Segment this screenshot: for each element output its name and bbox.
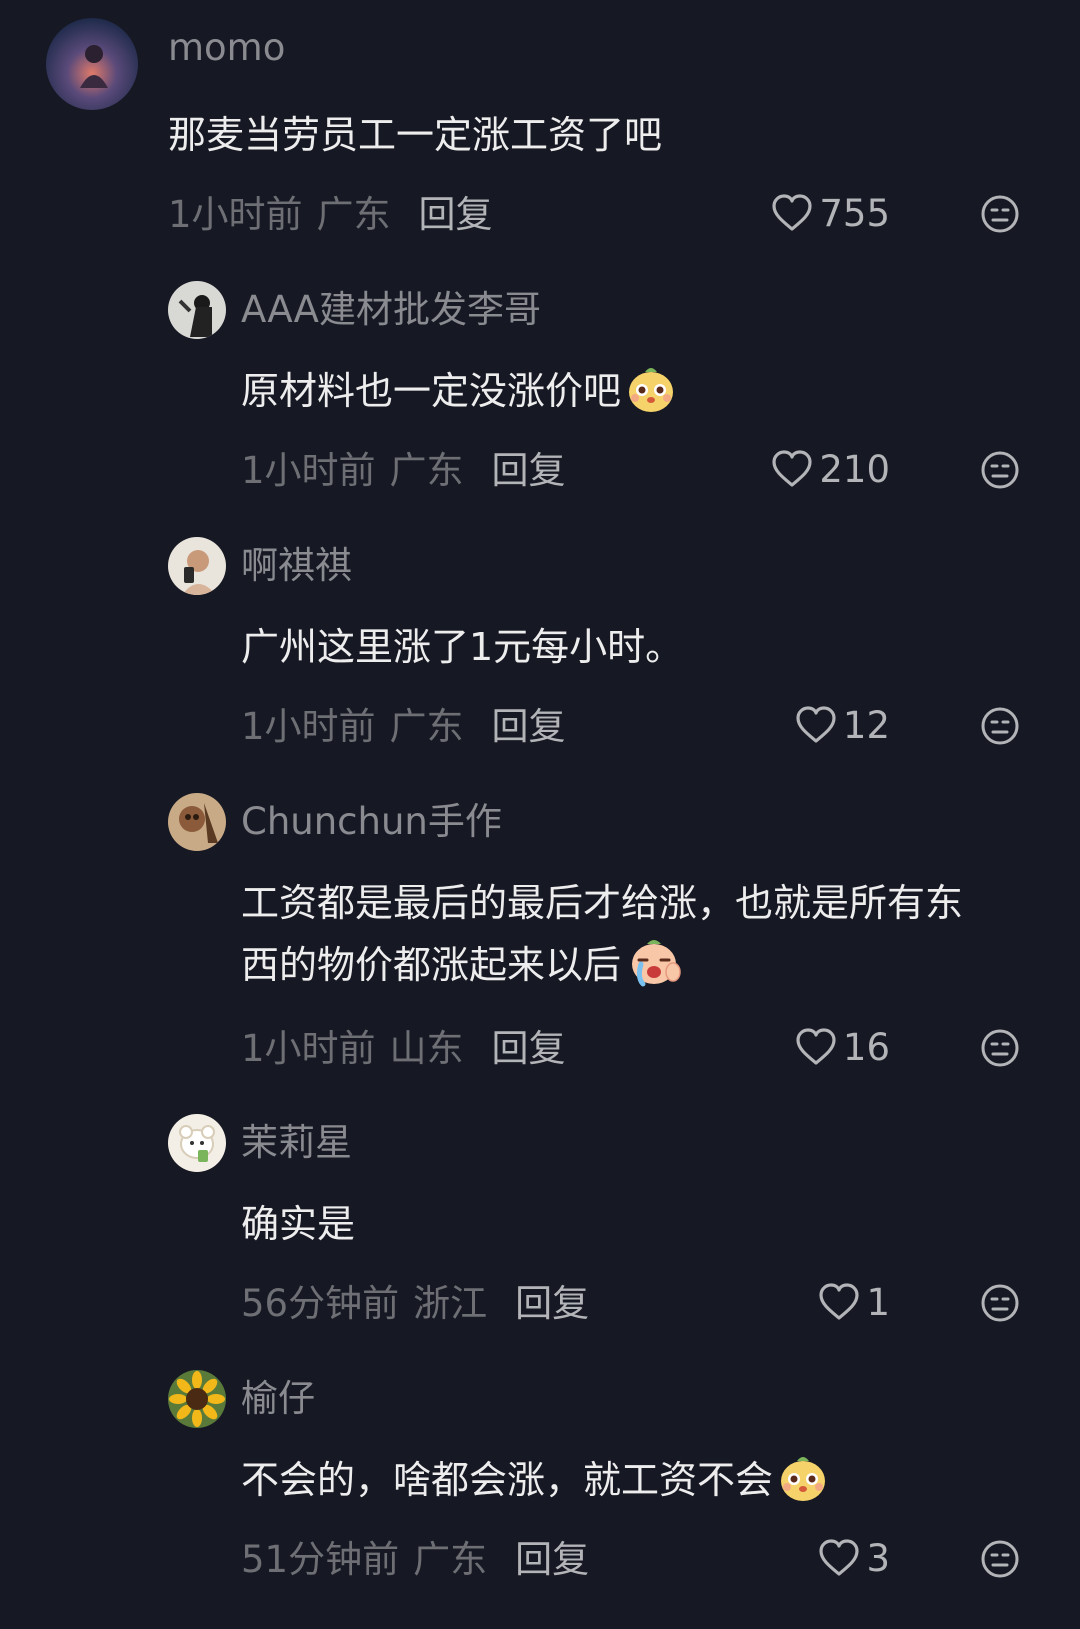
heart-outline-icon [772,450,812,487]
comment-meta: 1小时前 山东 回复 [241,1027,566,1071]
comment-username[interactable]: 榆仔 [241,1377,315,1421]
like-button[interactable]: 1 [818,1280,890,1324]
comment-time: 1小时前 [241,449,376,492]
heart-outline-icon [772,194,812,231]
comment-meta: 1小时前 广东 回复 [168,193,493,237]
unamused-face-icon [981,451,1019,489]
avatar[interactable] [168,793,226,851]
dislike-button[interactable] [980,1283,1020,1323]
comment-text-content: 广州这里涨了1元每小时。 [241,625,684,669]
comment-region: 广东 [316,193,391,236]
comment-username[interactable]: 茉莉星 [241,1121,352,1165]
like-button[interactable]: 3 [818,1536,890,1580]
comment-text: 工资都是最后的最后才给涨，也就是所有东 西的物价都涨起来以后 [241,872,963,1006]
comment-time: 1小时前 [241,705,376,748]
heart-outline-icon [796,706,836,743]
comment-text-content: 西的物价都涨起来以后 [241,943,622,987]
comment-meta: 51分钟前 广东 回复 [241,1538,589,1582]
comment-time: 1小时前 [168,193,303,236]
comment-text-line: 工资都是最后的最后才给涨，也就是所有东 [241,881,964,925]
comment-text-content: 那麦当劳员工一定涨工资了吧 [168,113,663,157]
comment-username[interactable]: momo [168,26,285,70]
comment-text-content: 确实是 [241,1202,356,1246]
comment-time: 51分钟前 [241,1538,400,1581]
comment-list: momo 那麦当劳员工一定涨工资了吧 1小时前 广东 回复 755 AAA建材批发李… [0,0,1080,1629]
heart-outline-icon [819,1539,860,1576]
crying-emoji [625,934,683,1006]
dislike-button[interactable] [980,706,1020,746]
doge-emoji [777,1451,829,1521]
reply-button[interactable]: 回复 [419,193,493,236]
reply-button[interactable]: 回复 [515,1538,589,1581]
comment-meta: 1小时前 广东 回复 [241,705,566,749]
avatar[interactable] [168,1114,226,1172]
avatar[interactable] [46,18,138,110]
comment-region: 浙江 [413,1282,488,1325]
unamused-face-icon [981,1284,1019,1322]
like-button[interactable]: 16 [795,1025,890,1069]
comment-time: 1小时前 [241,1027,376,1070]
comment-text: 确实是 [241,1193,355,1255]
like-button[interactable]: 12 [795,703,890,747]
reply-button[interactable]: 回复 [515,1282,589,1325]
comment-username[interactable]: 啊祺祺 [241,544,352,588]
comment-meta: 56分钟前 浙江 回复 [241,1282,589,1326]
comment-time: 56分钟前 [241,1282,400,1325]
heart-outline-icon [796,1028,836,1065]
dislike-button[interactable] [980,450,1020,490]
comment-meta: 1小时前 广东 回复 [241,449,566,493]
like-count: 210 [819,447,890,491]
comment-region: 广东 [389,449,464,492]
doge-emoji [625,362,677,432]
comment-text: 不会的，啥都会涨，就工资不会 [241,1449,829,1521]
reply-button[interactable]: 回复 [492,449,566,492]
unamused-face-icon [981,707,1019,745]
unamused-face-icon [981,1540,1019,1578]
avatar[interactable] [168,281,226,339]
comment-text: 广州这里涨了1元每小时。 [241,616,683,678]
like-count: 3 [866,1536,890,1580]
dislike-button[interactable] [980,194,1020,234]
unamused-face-icon [981,195,1019,233]
comment-username[interactable]: Chunchun手作 [241,800,502,844]
comment-text-content: 不会的，啥都会涨，就工资不会 [241,1458,774,1502]
comment-region: 广东 [413,1538,488,1581]
comment-text: 那麦当劳员工一定涨工资了吧 [168,104,662,166]
comment-text-content: 原材料也一定没涨价吧 [241,369,622,413]
like-button[interactable]: 210 [771,447,890,491]
avatar[interactable] [168,1370,226,1428]
dislike-button[interactable] [980,1539,1020,1579]
comment-region: 山东 [389,1027,464,1070]
comment-username[interactable]: AAA建材批发李哥 [241,288,541,332]
avatar[interactable] [168,537,226,595]
like-count: 755 [819,191,890,235]
comment-region: 广东 [389,705,464,748]
like-count: 16 [842,1025,890,1069]
like-count: 12 [842,703,890,747]
heart-outline-icon [819,1283,860,1320]
like-count: 1 [866,1280,890,1324]
comment-text-line: 西的物价都涨起来以后 [241,934,963,1006]
dislike-button[interactable] [980,1028,1020,1068]
reply-button[interactable]: 回复 [492,705,566,748]
unamused-face-icon [981,1029,1019,1067]
like-button[interactable]: 755 [771,191,890,235]
reply-button[interactable]: 回复 [492,1027,566,1070]
comment-text: 原材料也一定没涨价吧 [241,360,677,432]
